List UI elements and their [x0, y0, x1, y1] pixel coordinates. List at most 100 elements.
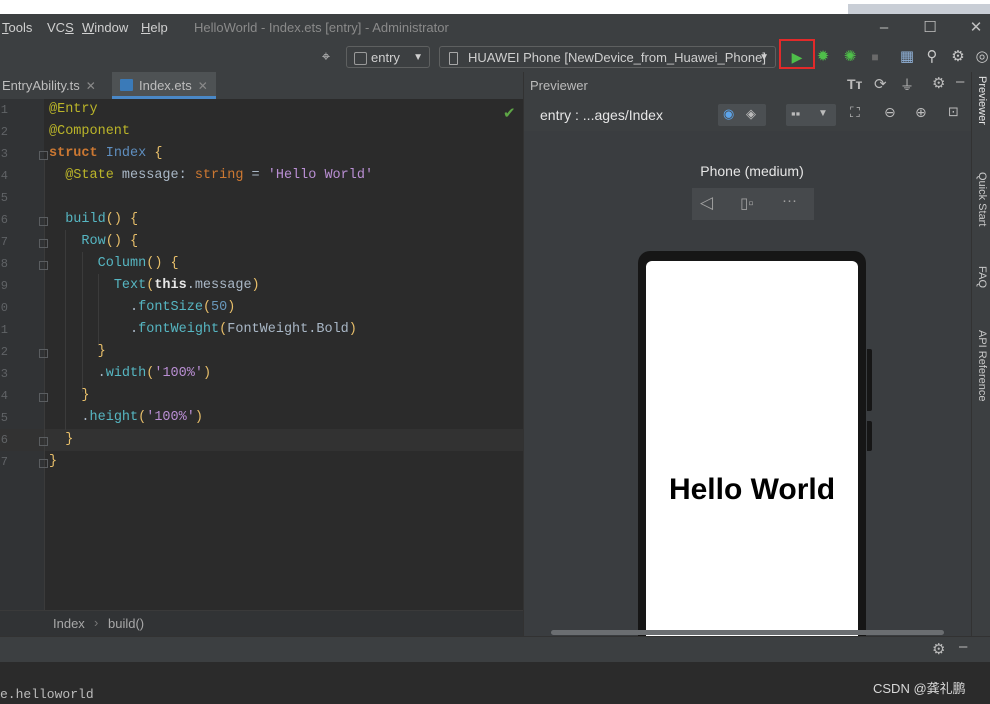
- layers-icon[interactable]: ◈: [746, 106, 756, 122]
- code-line: }: [81, 388, 90, 403]
- bottom-panel-header: ⚙ –: [0, 636, 990, 663]
- plug-icon[interactable]: ⏚: [900, 75, 914, 95]
- console-line: e.helloworld: [0, 687, 94, 702]
- attach-debugger-icon[interactable]: ✺: [840, 47, 860, 67]
- top-strip-block: [848, 4, 990, 14]
- device-label: HUAWEI Phone [NewDevice_from_Huawei_Phon…: [468, 50, 766, 65]
- eye-icon[interactable]: ◉: [723, 106, 734, 122]
- line-number: 0: [0, 301, 8, 315]
- phone-icon: [449, 52, 458, 65]
- previewer-canvas: Phone (medium) ◁ ▯▫ ··· Hello World: [524, 131, 979, 661]
- maximize-icon[interactable]: ☐: [920, 18, 940, 38]
- module-label: entry: [371, 50, 400, 65]
- run-highlight-frame: [779, 39, 815, 69]
- search-icon[interactable]: ⚲: [922, 47, 942, 67]
- module-selector[interactable]: entry ▼: [346, 46, 430, 68]
- tab-index[interactable]: Index.ets ✕: [112, 72, 216, 99]
- side-key: [867, 349, 872, 411]
- line-number: 5: [0, 411, 8, 425]
- phone-frame: Hello World: [638, 251, 872, 661]
- close-window-icon[interactable]: ✕: [966, 18, 986, 38]
- close-icon[interactable]: ✕: [198, 79, 208, 93]
- close-icon[interactable]: ✕: [86, 79, 96, 93]
- minimize-panel-icon[interactable]: –: [956, 73, 964, 90]
- fit-screen-icon[interactable]: ⊡: [948, 104, 959, 120]
- fold-marker[interactable]: [39, 261, 48, 270]
- crop-icon[interactable]: ⛶: [850, 104, 860, 121]
- menu-window[interactable]: Window: [82, 20, 128, 35]
- horizontal-scrollbar[interactable]: [551, 630, 944, 635]
- device-selector[interactable]: HUAWEI Phone [NewDevice_from_Huawei_Phon…: [439, 46, 776, 68]
- tool-window-quick-start[interactable]: Quick Start: [976, 172, 988, 226]
- tool-window-api-reference[interactable]: API Reference: [976, 330, 988, 402]
- indent-guide: [44, 160, 45, 610]
- code-line: build() {: [65, 212, 139, 227]
- line-number: 4: [0, 169, 8, 183]
- menu-tools[interactable]: Tools: [2, 20, 32, 35]
- line-number: 8: [0, 257, 8, 271]
- ets-file-icon: [120, 79, 133, 91]
- gear-icon[interactable]: ⚙: [932, 640, 945, 658]
- more-icon[interactable]: ···: [782, 192, 797, 209]
- fold-marker[interactable]: [39, 151, 48, 160]
- inspector-toggle[interactable]: ◉ ◈: [718, 104, 766, 126]
- grid-icon: ▪▪: [791, 106, 801, 121]
- chevron-down-icon: ▼: [818, 108, 828, 119]
- side-key: [867, 421, 872, 451]
- account-icon[interactable]: ◎: [972, 47, 990, 67]
- locate-icon[interactable]: ⌖: [316, 47, 336, 67]
- project-structure-icon[interactable]: ▦: [897, 47, 917, 67]
- fold-marker[interactable]: [39, 217, 48, 226]
- tab-label: EntryAbility.ts: [2, 78, 80, 93]
- fold-marker[interactable]: [39, 349, 48, 358]
- phone-screen[interactable]: Hello World: [646, 261, 858, 661]
- minimize-panel-icon[interactable]: –: [959, 638, 967, 655]
- breadcrumb: Index › build(): [0, 610, 523, 637]
- menu-help[interactable]: Help: [141, 20, 168, 35]
- chevron-right-icon: ›: [94, 615, 99, 630]
- module-icon: [354, 52, 367, 65]
- previewer-header: Previewer Tт ⟳ ⏚ ⚙ –: [524, 72, 972, 99]
- tab-entryability[interactable]: EntryAbility.ts ✕: [0, 72, 110, 99]
- refresh-icon[interactable]: ⟳: [874, 75, 887, 93]
- line-number: 9: [0, 279, 8, 293]
- tool-window-faq[interactable]: FAQ: [976, 266, 988, 288]
- zoom-out-icon[interactable]: ⊖: [884, 104, 896, 121]
- menu-vcs[interactable]: VCS: [47, 20, 74, 35]
- code-line: struct Index {: [49, 146, 163, 161]
- minimize-icon[interactable]: –: [874, 18, 894, 38]
- check-icon: ✔: [503, 105, 516, 122]
- code-line: .fontSize(50): [49, 300, 236, 315]
- menu-bar: Tools VCS Window Help HelloWorld - Index…: [0, 14, 990, 42]
- code-line: Text(this.message): [113, 278, 260, 293]
- line-number: 5: [0, 191, 8, 205]
- gear-icon[interactable]: ⚙: [948, 47, 968, 67]
- back-icon[interactable]: ◁: [700, 193, 713, 213]
- font-size-icon[interactable]: Tт: [847, 76, 862, 92]
- line-number: 2: [0, 345, 8, 359]
- previewer-toolbar: entry : ...ages/Index ◉ ◈ ▪▪ ▼ ⛶ ⊖ ⊕ ⊡: [524, 101, 972, 129]
- code-line: .fontWeight(FontWeight.Bold): [49, 322, 357, 337]
- stop-icon[interactable]: ■: [865, 47, 885, 67]
- window-title: HelloWorld - Index.ets [entry] - Adminis…: [194, 20, 449, 35]
- fold-marker[interactable]: [39, 239, 48, 248]
- debug-icon[interactable]: ✹: [813, 47, 833, 67]
- code-line: Row() {: [81, 234, 139, 249]
- previewer-title: Previewer: [530, 78, 588, 93]
- breadcrumb-item[interactable]: Index: [53, 616, 85, 631]
- zoom-in-icon[interactable]: ⊕: [915, 104, 927, 121]
- fold-marker[interactable]: [39, 393, 48, 402]
- code-line: @Component: [49, 124, 131, 139]
- editor-tab-bar: EntryAbility.ts ✕ Index.ets ✕: [0, 72, 523, 100]
- caret-line-highlight: [0, 429, 523, 451]
- main-toolbar: ⌖ entry ▼ HUAWEI Phone [NewDevice_from_H…: [0, 42, 990, 73]
- tab-label: Index.ets: [139, 78, 192, 93]
- breadcrumb-item[interactable]: build(): [108, 616, 144, 631]
- fold-marker[interactable]: [39, 437, 48, 446]
- gear-icon[interactable]: ⚙: [932, 74, 945, 92]
- tool-window-previewer[interactable]: Previewer: [976, 76, 988, 125]
- layout-selector[interactable]: ▪▪ ▼: [786, 104, 836, 126]
- fold-marker[interactable]: [39, 459, 48, 468]
- rotate-device-icon[interactable]: ▯▫: [740, 194, 754, 212]
- line-number: 6: [0, 433, 8, 447]
